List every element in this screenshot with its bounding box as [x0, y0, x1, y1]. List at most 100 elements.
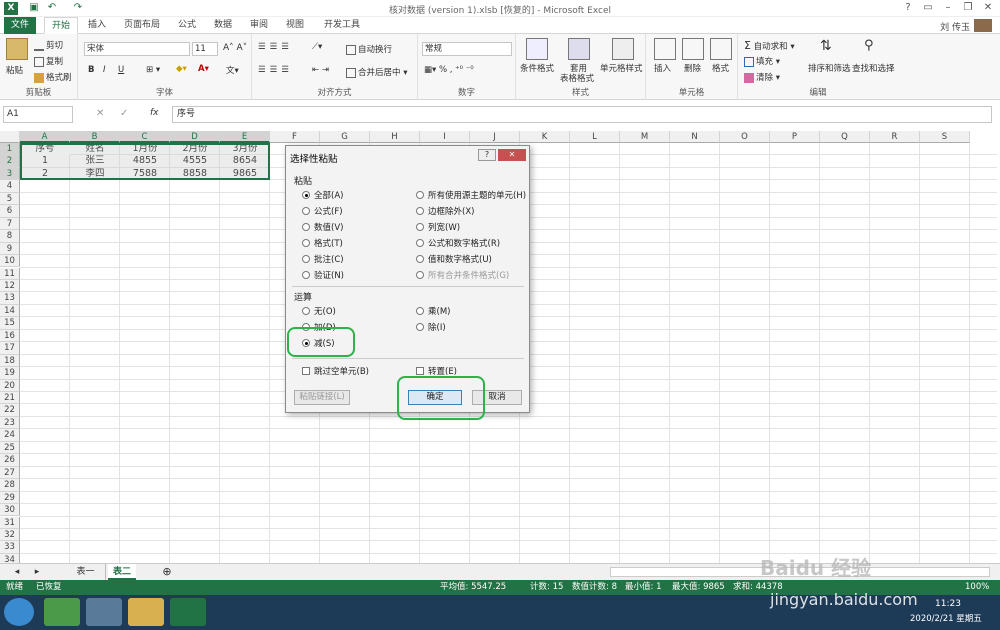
column-header[interactable]: G — [320, 131, 370, 143]
cut-button[interactable]: 剪切 — [34, 39, 63, 51]
tab-developer[interactable]: 开发工具 — [318, 17, 366, 34]
column-header[interactable]: R — [870, 131, 920, 143]
dialog-close-button[interactable]: ✕ — [498, 149, 526, 161]
row-header[interactable]: 30 — [0, 504, 20, 517]
row-header[interactable]: 23 — [0, 416, 20, 430]
confirm-entry-icon[interactable]: ✓ — [120, 108, 128, 119]
wrap-text-button[interactable]: 自动换行 — [346, 43, 392, 55]
excel-taskbar-icon[interactable] — [170, 598, 206, 626]
number-format-select[interactable]: 常规 — [422, 42, 512, 56]
conditional-format-button[interactable]: 条件格式 — [520, 62, 554, 74]
row-header[interactable]: 18 — [0, 354, 20, 368]
horizontal-align-icons[interactable]: ☰☰☰ — [258, 65, 293, 75]
row-header[interactable]: 32 — [0, 528, 20, 542]
insert-cells-button[interactable]: 插入 — [654, 62, 671, 74]
row-header[interactable]: 15 — [0, 317, 20, 330]
font-name-select[interactable]: 宋体 — [84, 42, 190, 56]
radio-option[interactable]: 无(O) — [302, 307, 336, 318]
user-name[interactable]: 刘 传玉 — [940, 20, 970, 33]
grow-font-icon[interactable]: A˄ A˅ — [223, 43, 247, 53]
column-header[interactable]: E — [220, 131, 270, 143]
indent-icons[interactable]: ⇤ ⇥ — [312, 65, 329, 75]
radio-option[interactable]: 所有使用源主题的单元(H) — [416, 191, 526, 202]
tab-view[interactable]: 视图 — [280, 17, 310, 34]
dialog-help-button[interactable]: ? — [478, 149, 496, 161]
column-header[interactable]: C — [120, 131, 170, 143]
orientation-icon[interactable]: ⟋▾ — [312, 42, 322, 52]
app-icon[interactable] — [86, 598, 122, 626]
insert-cells-icon[interactable] — [654, 38, 676, 60]
fill-button[interactable]: 填充 ▾ — [744, 55, 780, 67]
browser-icon[interactable] — [44, 598, 80, 626]
cell-styles-icon[interactable] — [612, 38, 634, 60]
row-header[interactable]: 17 — [0, 342, 20, 355]
phonetic-icon[interactable]: 文▾ — [226, 64, 239, 76]
folder-icon[interactable] — [128, 598, 164, 626]
row-header[interactable]: 14 — [0, 304, 20, 318]
sheet-tab-1[interactable]: 表一 — [66, 564, 106, 580]
add-sheet-icon[interactable]: ⊕ — [160, 564, 174, 580]
restore-icon[interactable]: ❐ — [958, 1, 978, 15]
row-header[interactable]: 16 — [0, 329, 20, 343]
formula-input[interactable]: 序号 — [172, 106, 992, 123]
column-header[interactable]: F — [270, 131, 320, 143]
tab-home[interactable]: 开始 — [44, 17, 78, 34]
row-header[interactable]: 33 — [0, 541, 20, 554]
find-select-button[interactable]: 查找和选择 — [852, 62, 895, 74]
border-icon[interactable]: ⊞ ▾ — [146, 65, 160, 75]
delete-cells-button[interactable]: 删除 — [684, 62, 701, 74]
format-cells-button[interactable]: 格式 — [712, 62, 729, 74]
column-header[interactable]: Q — [820, 131, 870, 143]
row-header[interactable]: 31 — [0, 516, 20, 529]
sort-filter-button[interactable]: 排序和筛选 — [808, 62, 851, 74]
row-header[interactable]: 24 — [0, 429, 20, 442]
paste-link-button[interactable]: 粘贴链接(L) — [294, 390, 350, 405]
column-header[interactable]: J — [470, 131, 520, 143]
row-header[interactable]: 34 — [0, 553, 20, 563]
row-header[interactable]: 28 — [0, 479, 20, 492]
column-header[interactable]: D — [170, 131, 220, 143]
zoom-level[interactable]: 100% — [965, 580, 989, 595]
insert-function-icon[interactable]: fx — [150, 108, 159, 118]
tab-page-layout[interactable]: 页面布局 — [118, 17, 166, 34]
select-all-corner[interactable] — [0, 131, 20, 143]
help-icon[interactable]: ? — [898, 1, 918, 15]
column-header[interactable]: P — [770, 131, 820, 143]
name-box[interactable]: A1 — [3, 106, 73, 123]
copy-button[interactable]: 复制 — [34, 55, 63, 67]
table-format-icon[interactable] — [568, 38, 590, 60]
skip-blanks-checkbox[interactable]: 跳过空单元(B) — [302, 365, 369, 377]
tab-insert[interactable]: 插入 — [82, 17, 112, 34]
cell-styles-button[interactable]: 单元格样式 — [600, 62, 643, 74]
row-header[interactable]: 5 — [0, 192, 20, 206]
radio-option[interactable]: 全部(A) — [302, 191, 343, 202]
row-header[interactable]: 26 — [0, 454, 20, 467]
vertical-align-icons[interactable]: ☰☰☰ — [258, 42, 293, 52]
row-header[interactable]: 4 — [0, 180, 20, 193]
row-header[interactable]: 19 — [0, 367, 20, 380]
font-color-icon[interactable]: A▾ — [198, 64, 209, 74]
row-header[interactable]: 1 — [0, 143, 20, 156]
radio-option[interactable]: 公式和数字格式(R) — [416, 239, 500, 250]
column-header[interactable]: O — [720, 131, 770, 143]
row-header[interactable]: 29 — [0, 491, 20, 505]
row-header[interactable]: 21 — [0, 392, 20, 405]
row-header[interactable]: 8 — [0, 230, 20, 243]
radio-option[interactable]: 所有合并条件格式(G) — [416, 271, 509, 282]
row-header[interactable]: 27 — [0, 466, 20, 480]
row-header[interactable]: 10 — [0, 255, 20, 268]
row-header[interactable]: 7 — [0, 217, 20, 231]
sort-filter-icon[interactable]: ⇅ — [820, 38, 842, 60]
tab-data[interactable]: 数据 — [208, 17, 238, 34]
row-header[interactable]: 20 — [0, 379, 20, 392]
italic-button[interactable]: I — [103, 65, 106, 75]
column-header[interactable]: N — [670, 131, 720, 143]
paste-button[interactable]: 粘贴 — [6, 64, 23, 76]
paste-icon[interactable] — [6, 38, 28, 60]
row-header[interactable]: 6 — [0, 205, 20, 218]
radio-option[interactable]: 列宽(W) — [416, 223, 460, 234]
clear-button[interactable]: 清除 ▾ — [744, 71, 780, 83]
underline-button[interactable]: U — [118, 65, 124, 75]
row-header[interactable]: 11 — [0, 267, 20, 280]
radio-option[interactable]: 乘(M) — [416, 307, 450, 318]
